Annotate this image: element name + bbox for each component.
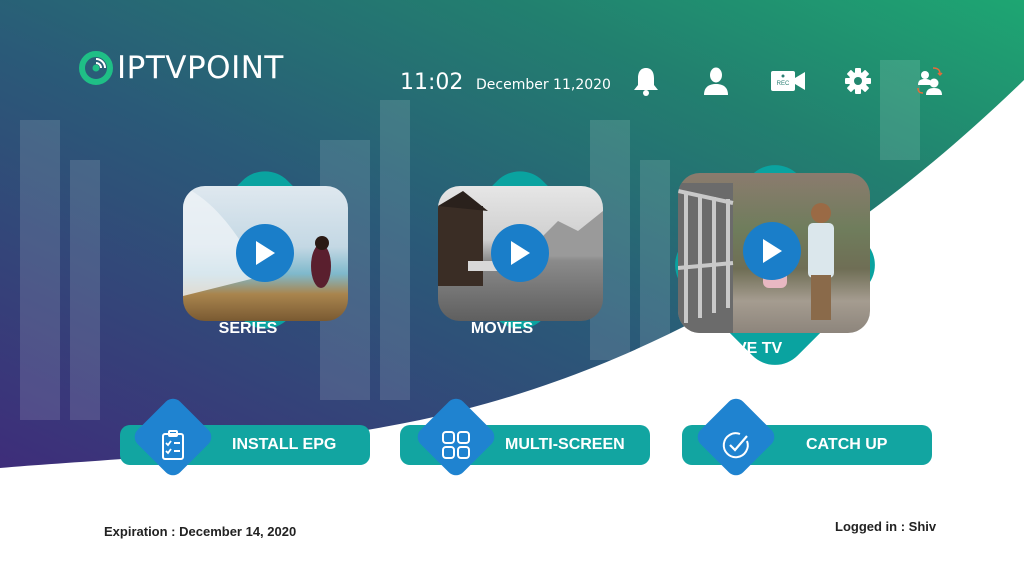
multi-screen-button[interactable]: MULTI-SCREEN [400, 394, 650, 480]
tile-series[interactable]: SERIES [160, 158, 370, 350]
install-epg-button[interactable]: INSTALL EPG [120, 394, 370, 480]
app-logo: IPTVPOINT [78, 50, 284, 86]
expiration-text: Expiration : December 14, 2020 [104, 524, 297, 539]
record-camera-icon[interactable]: REC [769, 64, 807, 98]
check-circle-icon [722, 432, 749, 459]
logo-signal-icon [79, 51, 113, 85]
bell-icon[interactable] [630, 64, 662, 98]
current-date: December 11,2020 [476, 77, 611, 93]
grid-four-icon [442, 431, 470, 459]
user-icon[interactable] [700, 64, 732, 98]
play-icon[interactable] [491, 224, 549, 282]
button-label: MULTI-SCREEN [505, 436, 625, 453]
tile-live-tv[interactable]: LIVE TV [660, 145, 890, 385]
button-label: INSTALL EPG [232, 436, 337, 453]
gear-icon[interactable] [842, 64, 874, 98]
play-icon[interactable] [743, 222, 801, 280]
logged-in-text: Logged in : Shiv [835, 519, 937, 534]
tile-movies[interactable]: MOVIES [420, 158, 630, 350]
tile-label: SERIES [218, 320, 278, 337]
tile-label: LIVE TV [721, 340, 783, 357]
button-label: CATCH UP [806, 436, 888, 453]
play-icon[interactable] [236, 224, 294, 282]
logo-text: IPTVPOINT [117, 50, 284, 86]
svg-text:REC: REC [777, 81, 790, 87]
switch-user-icon[interactable] [914, 64, 946, 98]
catch-up-button[interactable]: CATCH UP [682, 394, 932, 480]
clock-time: 11:02 [400, 70, 464, 95]
clipboard-checklist-icon [162, 430, 184, 460]
tile-label: MOVIES [470, 320, 534, 337]
